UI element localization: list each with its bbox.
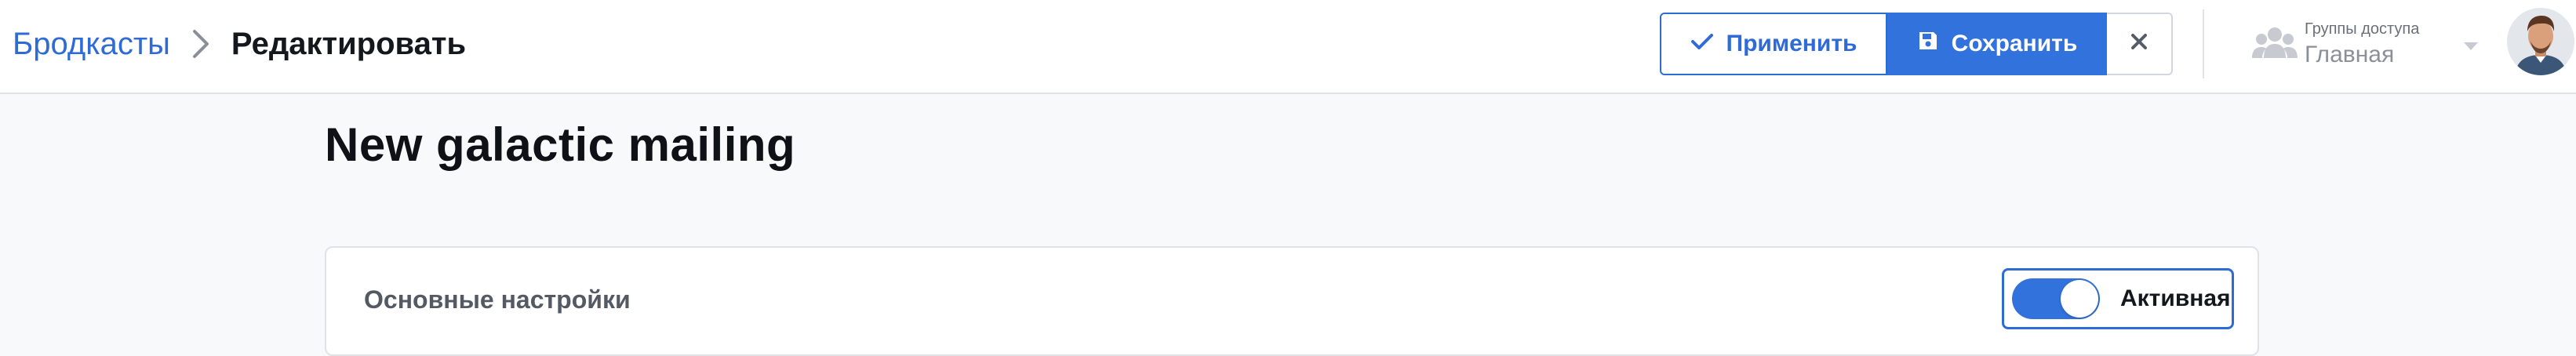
close-button[interactable] <box>2107 13 2173 75</box>
apply-button-label: Применить <box>1726 31 1857 56</box>
active-toggle[interactable]: Активная <box>2002 268 2234 329</box>
user-avatar[interactable] <box>2507 8 2574 75</box>
breadcrumb: Бродкасты Редактировать <box>13 0 466 88</box>
apply-button[interactable]: Применить <box>1660 13 1887 75</box>
main-settings-card: Основные настройки Активная <box>325 246 2259 356</box>
top-bar: Бродкасты Редактировать Применить Сохран… <box>0 0 2576 94</box>
toggle-knob <box>2061 280 2098 318</box>
floppy-disk-icon <box>1917 30 1939 58</box>
close-icon <box>2130 31 2148 57</box>
chevron-right-icon <box>170 20 231 67</box>
check-icon <box>1690 31 1714 57</box>
users-group-icon <box>2251 22 2298 66</box>
header-divider <box>2203 9 2204 78</box>
access-groups-select[interactable]: Группы доступа Главная <box>2251 13 2478 75</box>
breadcrumb-current: Редактировать <box>231 26 467 61</box>
active-toggle-label: Активная <box>2120 285 2231 311</box>
breadcrumb-link-broadcasts[interactable]: Бродкасты <box>13 27 170 62</box>
save-button-label: Сохранить <box>1951 31 2078 56</box>
card-title: Основные настройки <box>364 285 631 314</box>
page-title: New galactic mailing <box>325 118 796 171</box>
save-button[interactable]: Сохранить <box>1887 13 2107 75</box>
caret-down-icon <box>2463 41 2479 55</box>
access-groups-value: Главная <box>2305 41 2395 67</box>
access-groups-caption: Группы доступа <box>2305 20 2420 38</box>
toolbar-actions: Применить Сохранить <box>1660 13 2173 75</box>
access-groups-text: Группы доступа Главная <box>2305 20 2419 68</box>
toggle-switch[interactable] <box>2012 278 2100 319</box>
